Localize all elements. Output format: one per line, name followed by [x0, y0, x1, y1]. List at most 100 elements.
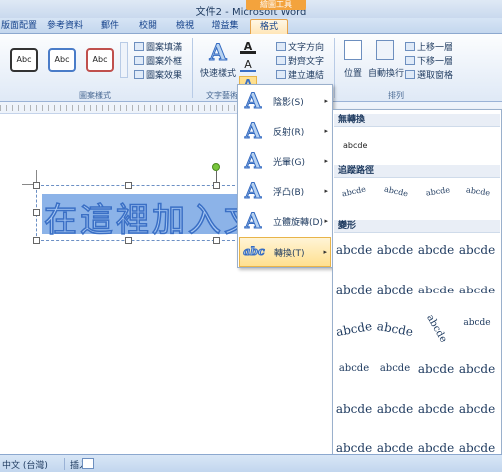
context-tab-header: 繪圖工具 [246, 0, 306, 10]
menu-item-shadow[interactable]: A 陰影(S) ▸ [239, 86, 331, 116]
send-backward-button[interactable]: 下移一層 [405, 54, 453, 67]
ruler-ticks [0, 105, 240, 111]
warp-option[interactable]: abcde [458, 317, 496, 341]
resize-handle[interactable] [125, 182, 132, 189]
warp-option[interactable]: abcde [335, 397, 373, 421]
menu-item-reflection[interactable]: A 反射(R) ▸ [239, 116, 331, 146]
warp-option[interactable]: abcde [458, 397, 496, 421]
group-divider [192, 38, 193, 98]
tab-mailings[interactable]: 郵件 [95, 19, 125, 34]
shape-styles-group-label: 圖案樣式 [79, 91, 111, 100]
shape-style-3[interactable]: Abc [86, 48, 114, 72]
position-icon[interactable] [344, 40, 362, 60]
warp-option[interactable]: abcde [417, 397, 455, 421]
quick-styles-icon[interactable]: A [204, 40, 232, 67]
submenu-arrow-icon: ▸ [324, 217, 328, 225]
follow-path-header: 追蹤路徑 [334, 165, 500, 178]
no-transform-header: 無轉換 [334, 114, 500, 127]
follow-path-arch-down[interactable]: abcde [375, 176, 417, 207]
shape-effects-button[interactable]: 圖案效果 [134, 68, 182, 81]
shape-style-gallery-scroll[interactable] [120, 42, 128, 78]
shape-fill-button[interactable]: 圖案填滿 [134, 40, 182, 53]
bevel-icon: A [244, 178, 262, 203]
tab-review[interactable]: 校閱 [133, 19, 163, 34]
macro-record-icon[interactable] [82, 458, 94, 469]
selection-pane-button[interactable]: 選取窗格 [405, 68, 453, 81]
shape-effects-icon [134, 70, 144, 79]
warp-option[interactable]: abcde [417, 238, 455, 262]
warp-option[interactable]: abcde [376, 278, 414, 302]
tab-addins[interactable]: 增益集 [206, 19, 244, 34]
warp-header: 變形 [334, 220, 500, 233]
arrange-group-label: 排列 [388, 91, 404, 100]
follow-path-circle[interactable]: abcde [418, 177, 459, 206]
rotation-handle[interactable] [212, 163, 220, 171]
menu-item-glow[interactable]: A 光暈(G) ▸ [239, 146, 331, 176]
text-direction-icon [276, 42, 286, 51]
align-text-icon [276, 56, 286, 65]
resize-handle[interactable] [33, 237, 40, 244]
bring-forward-icon [405, 42, 415, 51]
submenu-arrow-icon: ▸ [323, 248, 327, 256]
ribbon-tabs: 版面配置 參考資料 郵件 校閱 檢視 增益集 格式 [0, 18, 502, 34]
shadow-icon: A [244, 88, 262, 113]
submenu-arrow-icon: ▸ [324, 97, 328, 105]
selection-pane-icon [405, 70, 415, 79]
text-fill-icon[interactable]: A [240, 40, 256, 54]
create-link-button[interactable]: 建立連結 [276, 68, 324, 81]
position-button[interactable]: 位置 [338, 66, 368, 79]
submenu-arrow-icon: ▸ [324, 127, 328, 135]
glow-icon: A [244, 148, 262, 173]
transform-icon: abc [243, 245, 266, 259]
shape-style-2[interactable]: Abc [48, 48, 76, 72]
resize-handle[interactable] [213, 237, 220, 244]
follow-path-arch-up[interactable]: abcde [333, 176, 375, 207]
text-direction-button[interactable]: 文字方向 [276, 40, 324, 53]
warp-option[interactable]: abcde [376, 238, 414, 262]
warp-option[interactable]: abcde [335, 357, 373, 381]
warp-option[interactable]: abcde [458, 357, 496, 381]
tab-view[interactable]: 檢視 [170, 19, 200, 34]
warp-option[interactable]: abcde [335, 278, 373, 302]
link-icon [276, 70, 286, 79]
align-text-button[interactable]: 對齊文字 [276, 54, 324, 67]
follow-path-button[interactable]: abcde [458, 177, 499, 206]
tab-references[interactable]: 參考資料 [42, 19, 88, 34]
status-divider [64, 458, 65, 470]
reflection-icon: A [244, 118, 262, 143]
warp-option[interactable]: abcde [335, 238, 373, 262]
menu-item-bevel[interactable]: A 浮凸(B) ▸ [239, 176, 331, 206]
warp-option[interactable]: abcde [416, 307, 456, 352]
warp-option[interactable]: abcde [374, 314, 416, 344]
bring-forward-button[interactable]: 上移一層 [405, 40, 453, 53]
warp-option[interactable]: abcde [333, 314, 375, 344]
text-wrap-button[interactable]: 自動換行 [366, 66, 406, 79]
send-backward-icon [405, 56, 415, 65]
warp-option[interactable]: abcde [376, 357, 414, 381]
resize-handle[interactable] [125, 237, 132, 244]
shape-outline-button[interactable]: 圖案外框 [134, 54, 182, 67]
paint-bucket-icon [134, 42, 144, 51]
menu-item-3d-rotation[interactable]: A 立體旋轉(D) ▸ [239, 206, 331, 236]
tab-layout[interactable]: 版面配置 [0, 19, 38, 34]
warp-option[interactable]: abcde [458, 282, 496, 299]
submenu-arrow-icon: ▸ [324, 157, 328, 165]
resize-handle[interactable] [213, 182, 220, 189]
resize-handle[interactable] [33, 182, 40, 189]
warp-option[interactable]: abcde [417, 282, 455, 299]
no-transform-option[interactable]: abcde [343, 141, 367, 150]
resize-handle[interactable] [33, 209, 40, 216]
warp-option[interactable]: abcde [458, 238, 496, 262]
text-outline-icon[interactable]: A [240, 58, 256, 72]
warp-option[interactable]: abcde [376, 397, 414, 421]
quick-styles-button[interactable]: 快速樣式 [196, 66, 240, 79]
wordart-text[interactable]: 在這裡加入文字 [44, 193, 240, 241]
text-wrap-icon[interactable] [376, 40, 394, 60]
menu-item-transform[interactable]: abc 轉換(T) ▸ [239, 237, 331, 267]
title-bar: 文件2 - Microsoft Word 繪圖工具 [0, 0, 502, 18]
language-indicator[interactable]: 中文 (台灣) [2, 458, 48, 471]
shape-style-1[interactable]: Abc [10, 48, 38, 72]
tab-format[interactable]: 格式 [250, 19, 288, 34]
pen-icon [134, 56, 144, 65]
warp-option[interactable]: abcde [417, 357, 455, 381]
